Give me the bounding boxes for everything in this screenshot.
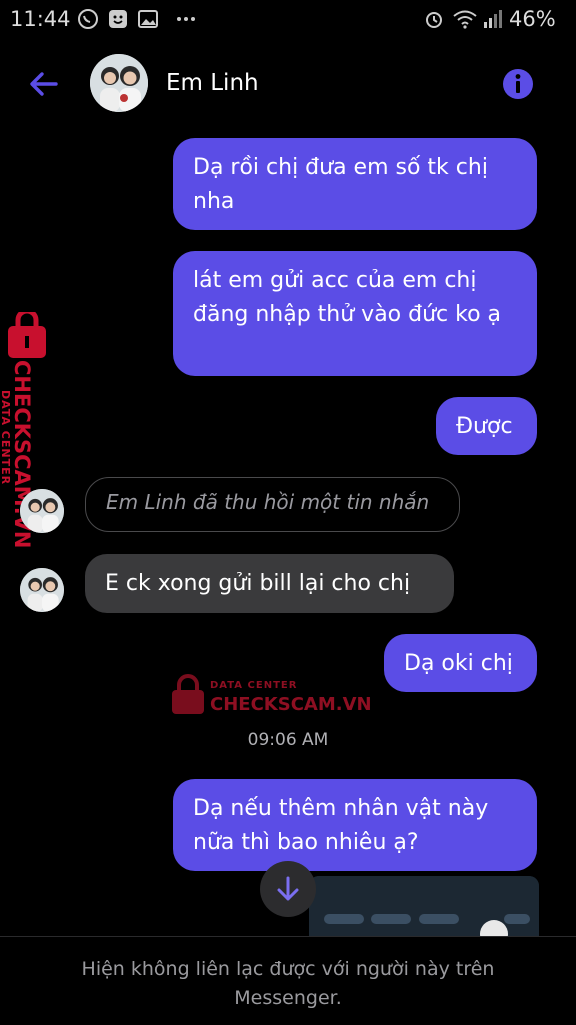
- status-time: 11:44: [10, 7, 71, 31]
- back-arrow-icon[interactable]: [26, 66, 62, 102]
- contact-avatar[interactable]: [90, 54, 148, 112]
- viber-icon: [78, 9, 98, 29]
- status-bar: 11:44 46%: [0, 0, 576, 40]
- message-bubble-incoming[interactable]: E ck xong gửi bill lại cho chị: [85, 554, 454, 613]
- message-text: Được: [456, 414, 513, 439]
- battery-level: 46%: [509, 7, 556, 31]
- conversation-header: Em Linh: [0, 40, 576, 130]
- signal-icon: [484, 10, 502, 28]
- lock-icon: [172, 674, 204, 714]
- message-bubble-outgoing[interactable]: Dạ rồi chị đưa em số tk chị nha: [173, 138, 537, 230]
- watermark-center-line1: DATA CENTER: [210, 680, 298, 691]
- message-bubble-outgoing[interactable]: lát em gửi acc của em chị đăng nhập thử …: [173, 251, 537, 376]
- footer-notice: Hiện không liên lạc được với người này t…: [81, 958, 495, 1009]
- unavailable-footer: Hiện không liên lạc được với người này t…: [0, 936, 576, 1025]
- message-text: E ck xong gửi bill lại cho chị: [105, 571, 411, 596]
- image-attachment-preview[interactable]: [309, 876, 539, 936]
- wifi-icon: [453, 10, 477, 29]
- contact-avatar-small[interactable]: [20, 489, 64, 533]
- scroll-to-bottom-button[interactable]: [260, 861, 316, 917]
- message-bubble-outgoing[interactable]: Dạ nếu thêm nhân vật này nữa thì bao nhi…: [173, 779, 537, 871]
- message-text: Dạ rồi chị đưa em số tk chị nha: [193, 155, 488, 214]
- alarm-icon: [426, 12, 442, 28]
- arrow-down-icon: [277, 876, 299, 901]
- message-timestamp: 09:06 AM: [247, 730, 329, 750]
- smiley-icon: [109, 10, 127, 28]
- more-dots-icon: [177, 17, 195, 21]
- message-text: lát em gửi acc của em chị đăng nhập thử …: [193, 268, 502, 327]
- info-icon[interactable]: [501, 67, 535, 101]
- message-text: Dạ nếu thêm nhân vật này nữa thì bao nhi…: [193, 796, 489, 855]
- unsent-message-notice: Em Linh đã thu hồi một tin nhắn: [85, 477, 460, 532]
- message-bubble-outgoing[interactable]: Được: [436, 397, 537, 455]
- gallery-icon: [138, 10, 158, 28]
- unsent-text: Em Linh đã thu hồi một tin nhắn: [106, 490, 430, 514]
- watermark-center-line2: CHECKSCAM.VN: [210, 694, 372, 715]
- contact-avatar-small[interactable]: [20, 568, 64, 612]
- contact-name[interactable]: Em Linh: [166, 70, 259, 96]
- message-bubble-outgoing[interactable]: Dạ oki chị: [384, 634, 537, 692]
- message-text: Dạ oki chị: [404, 651, 513, 676]
- watermark-center: DATA CENTER CHECKSCAM.VN: [170, 672, 372, 720]
